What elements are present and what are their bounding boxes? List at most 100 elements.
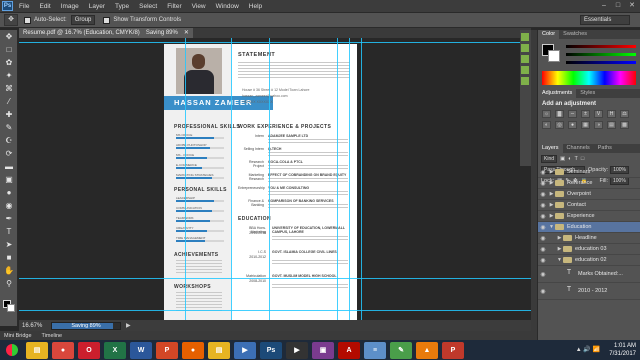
curves-adjustment-icon[interactable]: ∽ bbox=[568, 110, 577, 118]
filter-pixel-icon[interactable]: ▣ bbox=[560, 156, 565, 162]
visibility-eye-icon[interactable]: ◉ bbox=[538, 288, 548, 295]
acrobat-icon[interactable]: A bbox=[338, 341, 360, 359]
menu-window[interactable]: Window bbox=[216, 3, 239, 10]
powerpoint-icon[interactable]: P bbox=[156, 341, 178, 359]
visibility-eye-icon[interactable]: ◉ bbox=[538, 224, 548, 231]
close-icon[interactable]: ✕ bbox=[626, 1, 638, 10]
color-spectrum[interactable] bbox=[542, 71, 636, 85]
clone-stamp-tool-icon[interactable]: ☪ bbox=[2, 135, 16, 147]
pdf-icon[interactable]: P bbox=[442, 341, 464, 359]
file-explorer-icon[interactable]: ▤ bbox=[26, 341, 48, 359]
background-color-swatch[interactable] bbox=[7, 304, 15, 312]
menu-type[interactable]: Type bbox=[115, 3, 129, 10]
tab-layers[interactable]: Layers bbox=[538, 144, 563, 153]
history-brush-tool-icon[interactable]: ⟳ bbox=[2, 148, 16, 160]
black-white-adjustment-icon[interactable]: ◐ bbox=[542, 121, 551, 129]
expand-right-icon[interactable]: ▶ bbox=[548, 213, 555, 219]
layer-row[interactable]: ◉ ▶ Contact bbox=[538, 200, 640, 211]
visibility-eye-icon[interactable]: ◉ bbox=[538, 235, 548, 242]
status-menu-arrow-icon[interactable]: ▶ bbox=[126, 322, 131, 329]
layer-row[interactable]: ◉ ▶ Referance bbox=[538, 178, 640, 189]
canvas-area[interactable]: HASSAN ZAMEER STATEMENT House # 36 Stree… bbox=[19, 38, 531, 320]
hand-tool-icon[interactable]: ✋ bbox=[2, 265, 16, 277]
menu-select[interactable]: Select bbox=[139, 3, 157, 10]
tab-timeline[interactable]: Timeline bbox=[42, 333, 63, 339]
notepad-icon[interactable]: ≡ bbox=[364, 341, 386, 359]
menu-edit[interactable]: Edit bbox=[39, 3, 50, 10]
close-tab-icon[interactable]: ✕ bbox=[184, 28, 189, 38]
color-lookup-adjustment-icon[interactable]: ▦ bbox=[581, 121, 590, 129]
zoom-tool-icon[interactable]: ⚲ bbox=[2, 278, 16, 290]
move-tool-preset-icon[interactable]: ✥ bbox=[4, 14, 18, 26]
excel-icon[interactable]: X bbox=[104, 341, 126, 359]
visibility-eye-icon[interactable]: ◉ bbox=[538, 169, 548, 176]
pen-tool-icon[interactable]: ✒ bbox=[2, 213, 16, 225]
invert-adjustment-icon[interactable]: ◑ bbox=[594, 121, 603, 129]
layer-row[interactable]: ◉ T Marks Obtained:... bbox=[538, 266, 640, 283]
system-tray-icons[interactable]: ▲ 🔊 📶 bbox=[576, 346, 600, 353]
photo-filter-adjustment-icon[interactable]: ◎ bbox=[555, 121, 564, 129]
blur-tool-icon[interactable]: ● bbox=[2, 187, 16, 199]
menu-layer[interactable]: Layer bbox=[89, 3, 105, 10]
workspace-dropdown[interactable]: Essentials bbox=[580, 15, 630, 25]
brush-tool-icon[interactable]: ✎ bbox=[2, 122, 16, 134]
expand-right-icon[interactable]: ▶ bbox=[556, 235, 563, 241]
tab-color[interactable]: Color bbox=[538, 30, 560, 39]
visibility-eye-icon[interactable]: ◉ bbox=[538, 257, 548, 264]
auto-select-checkbox[interactable] bbox=[24, 16, 31, 24]
layer-row[interactable]: ◉ ▶ Experience bbox=[538, 211, 640, 222]
blue-slider[interactable] bbox=[566, 61, 636, 64]
folder-icon[interactable]: ▤ bbox=[208, 341, 230, 359]
quick-select-tool-icon[interactable]: ✦ bbox=[2, 70, 16, 82]
tab-paths[interactable]: Paths bbox=[594, 144, 616, 153]
visibility-eye-icon[interactable]: ◉ bbox=[538, 191, 548, 198]
expand-right-icon[interactable]: ▶ bbox=[548, 202, 555, 208]
eyedropper-tool-icon[interactable]: ⁄ bbox=[2, 96, 16, 108]
move-tool-icon[interactable]: ✥ bbox=[2, 31, 16, 43]
expand-down-icon[interactable]: ▼ bbox=[556, 257, 563, 263]
healing-brush-tool-icon[interactable]: ✚ bbox=[2, 109, 16, 121]
guide-horizontal[interactable] bbox=[19, 310, 531, 311]
visibility-eye-icon[interactable]: ◉ bbox=[538, 213, 548, 220]
tab-styles[interactable]: Styles bbox=[576, 89, 599, 98]
layer-kind-filter[interactable]: Kind bbox=[541, 154, 558, 163]
brightness-adjustment-icon[interactable]: ☼ bbox=[542, 110, 551, 118]
panel-background-swatch[interactable] bbox=[548, 50, 560, 62]
windows-media-icon[interactable]: ▶ bbox=[234, 341, 256, 359]
history-panel-icon[interactable] bbox=[521, 33, 529, 41]
menu-help[interactable]: Help bbox=[249, 3, 262, 10]
photoshop-logo-icon[interactable]: Ps bbox=[2, 1, 13, 11]
system-clock[interactable]: 1:01 AM 7/31/2017 bbox=[609, 342, 636, 358]
properties-panel-icon[interactable] bbox=[521, 44, 529, 52]
menu-file[interactable]: File bbox=[19, 3, 29, 10]
posterize-adjustment-icon[interactable]: ▤ bbox=[607, 121, 616, 129]
green-slider[interactable] bbox=[566, 53, 636, 56]
exposure-adjustment-icon[interactable]: ± bbox=[581, 110, 590, 118]
chrome-icon[interactable]: ● bbox=[52, 341, 74, 359]
marquee-tool-icon[interactable]: □ bbox=[2, 44, 16, 56]
info-panel-icon[interactable] bbox=[521, 55, 529, 63]
start-button[interactable] bbox=[0, 340, 24, 360]
guide-horizontal[interactable] bbox=[19, 42, 531, 43]
tab-swatches[interactable]: Swatches bbox=[559, 30, 591, 39]
path-select-tool-icon[interactable]: ➤ bbox=[2, 239, 16, 251]
zoom-level[interactable]: 16.67% bbox=[19, 323, 51, 329]
red-slider[interactable] bbox=[566, 45, 636, 48]
filter-adjustment-icon[interactable]: ◐ bbox=[568, 156, 571, 162]
expand-right-icon[interactable]: ▶ bbox=[548, 191, 555, 197]
layer-row[interactable]: ◉ ▶ Seminars bbox=[538, 167, 640, 178]
transform-controls-checkbox[interactable] bbox=[103, 16, 111, 24]
menu-filter[interactable]: Filter bbox=[167, 3, 181, 10]
menu-view[interactable]: View bbox=[192, 3, 206, 10]
lasso-tool-icon[interactable]: ✿ bbox=[2, 57, 16, 69]
maximize-icon[interactable]: □ bbox=[612, 1, 624, 10]
paragraph-panel-icon[interactable] bbox=[521, 77, 529, 85]
eraser-tool-icon[interactable]: ▬ bbox=[2, 161, 16, 173]
layer-row[interactable]: ◉ T 2010 - 2012 bbox=[538, 283, 640, 300]
visibility-eye-icon[interactable]: ◉ bbox=[538, 202, 548, 209]
tab-adjustments[interactable]: Adjustments bbox=[538, 89, 577, 98]
expand-right-icon[interactable]: ▶ bbox=[556, 246, 563, 252]
minimize-icon[interactable]: – bbox=[598, 1, 610, 10]
tab-channels[interactable]: Channels bbox=[563, 144, 594, 153]
opera-icon[interactable]: O bbox=[78, 341, 100, 359]
